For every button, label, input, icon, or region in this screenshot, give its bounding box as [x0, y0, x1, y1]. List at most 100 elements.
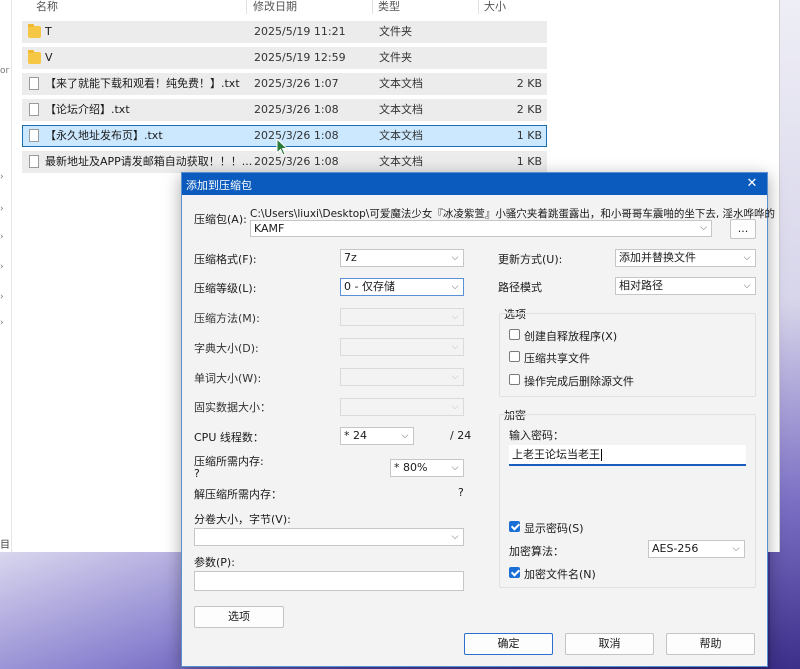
nav-pane-label-fragment: or	[0, 66, 10, 76]
dialog-title: 添加到压缩包	[186, 179, 252, 192]
delete-after-checkbox[interactable]	[509, 374, 520, 385]
decompress-memory-value: ?	[458, 486, 464, 499]
encrypt-filenames-label: 加密文件名(N)	[524, 568, 596, 581]
format-select[interactable]: 7z ⌵	[340, 249, 464, 267]
chevron-down-icon: ⌵	[743, 281, 751, 291]
ok-button[interactable]: 确定	[464, 633, 553, 655]
cancel-button[interactable]: 取消	[565, 633, 654, 655]
split-volume-combo[interactable]: ⌵	[194, 528, 464, 546]
solid-block-label: 固实数据大小：	[194, 401, 271, 414]
file-size: 2 KB	[516, 103, 542, 116]
format-value: 7z	[344, 251, 357, 264]
chevron-right-icon[interactable]: ›	[0, 204, 4, 214]
encryption-method-value: AES-256	[652, 542, 699, 555]
file-type: 文本文档	[379, 77, 423, 90]
path-mode-value: 相对路径	[619, 279, 663, 292]
archive-name-value: KAMF	[254, 222, 285, 235]
file-size: 1 KB	[516, 129, 542, 142]
encrypt-filenames-checkbox[interactable]	[509, 567, 520, 578]
create-sfx-label: 创建自释放程序(X)	[524, 330, 618, 343]
file-type: 文件夹	[379, 51, 412, 64]
decompress-memory-label: 解压缩所需内存：	[194, 488, 282, 501]
file-size: 1 KB	[516, 155, 542, 168]
chevron-down-icon: ⌵	[451, 253, 459, 263]
chevron-right-icon[interactable]: ›	[0, 262, 4, 272]
column-header-type[interactable]: 类型	[378, 0, 400, 14]
file-date: 2025/3/26 1:07	[254, 77, 339, 90]
method-select: ⌵	[340, 308, 464, 326]
dialog-title-bar[interactable]: 添加到压缩包 ✕	[182, 173, 767, 195]
file-row-folder[interactable]: T 2025/5/19 11:21 文件夹	[22, 21, 547, 43]
column-header-modified[interactable]: 修改日期	[253, 0, 297, 14]
level-select[interactable]: 0 - 仅存储 ⌵	[340, 278, 464, 296]
column-header-size[interactable]: 大小	[484, 0, 506, 14]
chevron-down-icon: ⌵	[451, 282, 459, 292]
mouse-cursor-icon	[276, 138, 289, 156]
chevron-down-icon: ⌵	[451, 463, 459, 473]
file-type: 文本文档	[379, 155, 423, 168]
options-button[interactable]: 选项	[194, 606, 284, 628]
show-password-checkbox[interactable]	[509, 521, 520, 532]
level-label: 压缩等级(L):	[194, 282, 257, 295]
delete-after-label: 操作完成后删除源文件	[524, 375, 634, 388]
column-header-name[interactable]: 名称	[36, 0, 58, 14]
file-type: 文本文档	[379, 103, 423, 116]
chevron-right-icon[interactable]: ›	[0, 232, 4, 242]
create-sfx-checkbox[interactable]	[509, 329, 520, 340]
column-separator	[478, 0, 479, 14]
add-to-archive-dialog: 添加到压缩包 ✕ 压缩包(A): C:\Users\liuxi\Desktop\…	[181, 172, 775, 667]
help-button[interactable]: 帮助	[666, 633, 755, 655]
cpu-threads-select[interactable]: * 24 ⌵	[340, 427, 414, 445]
dictionary-size-select: ⌵	[340, 338, 464, 356]
update-mode-value: 添加并替换文件	[619, 251, 696, 264]
chevron-down-icon: ⌵	[451, 312, 459, 322]
chevron-down-icon: ⌵	[451, 532, 459, 542]
solid-block-select: ⌵	[340, 398, 464, 416]
chevron-right-icon[interactable]: ›	[0, 172, 4, 182]
text-caret	[601, 449, 602, 461]
file-date: 2025/5/19 11:21	[254, 25, 346, 38]
column-separator	[372, 0, 373, 14]
chevron-down-icon: ⌵	[743, 253, 751, 263]
text-file-icon	[29, 103, 39, 116]
encryption-method-select[interactable]: AES-256 ⌵	[648, 540, 745, 558]
file-row-text[interactable]: 【来了就能下载和观看！纯免费！】.txt 2025/3/26 1:07 文本文档…	[22, 73, 547, 95]
path-mode-select[interactable]: 相对路径 ⌵	[615, 277, 756, 295]
format-label: 压缩格式(F):	[194, 253, 257, 266]
method-label: 压缩方法(M):	[194, 312, 260, 325]
file-date: 2025/3/26 1:08	[254, 129, 339, 142]
browse-button[interactable]: ...	[730, 219, 756, 239]
chevron-down-icon: ⌵	[700, 223, 707, 233]
file-name: 最新地址及APP请发邮箱自动获取！！！...	[45, 155, 253, 168]
file-row-text[interactable]: 【论坛介绍】.txt 2025/3/26 1:08 文本文档 2 KB	[22, 99, 547, 121]
file-list-header: 名称 修改日期 类型 大小	[20, 0, 550, 16]
archive-path-text: C:\Users\liuxi\Desktop\可爱魔法少女『冰凌紫萱』小骚穴夹着…	[250, 208, 776, 220]
chevron-down-icon: ⌵	[451, 372, 459, 382]
chevron-right-icon[interactable]: ›	[0, 292, 4, 302]
cpu-threads-total: / 24	[450, 429, 472, 442]
file-name: V	[45, 51, 53, 64]
word-size-label: 单词大小(W):	[194, 372, 262, 385]
file-row-folder[interactable]: V 2025/5/19 12:59 文件夹	[22, 47, 547, 69]
level-value: 0 - 仅存储	[344, 280, 395, 293]
memory-usage-select[interactable]: * 80% ⌵	[390, 459, 464, 477]
chevron-right-icon[interactable]: ›	[0, 318, 4, 328]
text-file-icon	[29, 129, 39, 142]
file-date: 2025/5/19 12:59	[254, 51, 346, 64]
chevron-down-icon: ⌵	[451, 342, 459, 352]
password-value: 上老王论坛当老王	[512, 448, 600, 461]
file-date: 2025/3/26 1:08	[254, 103, 339, 116]
close-icon[interactable]: ✕	[743, 175, 761, 193]
encryption-method-label: 加密算法：	[509, 545, 564, 558]
password-input[interactable]: 上老王论坛当老王	[509, 445, 746, 466]
password-label: 输入密码：	[509, 429, 564, 442]
status-bar-fragment: 目	[0, 540, 10, 551]
chevron-down-icon: ⌵	[732, 544, 740, 554]
archive-name-combo[interactable]: KAMF ⌵	[250, 220, 712, 237]
parameters-input[interactable]	[194, 571, 464, 591]
file-name: 【来了就能下载和观看！纯免费！】.txt	[45, 77, 240, 90]
file-name: T	[45, 25, 52, 38]
compress-shared-checkbox[interactable]	[509, 351, 520, 362]
update-mode-select[interactable]: 添加并替换文件 ⌵	[615, 249, 756, 267]
path-mode-label: 路径模式	[498, 281, 542, 294]
